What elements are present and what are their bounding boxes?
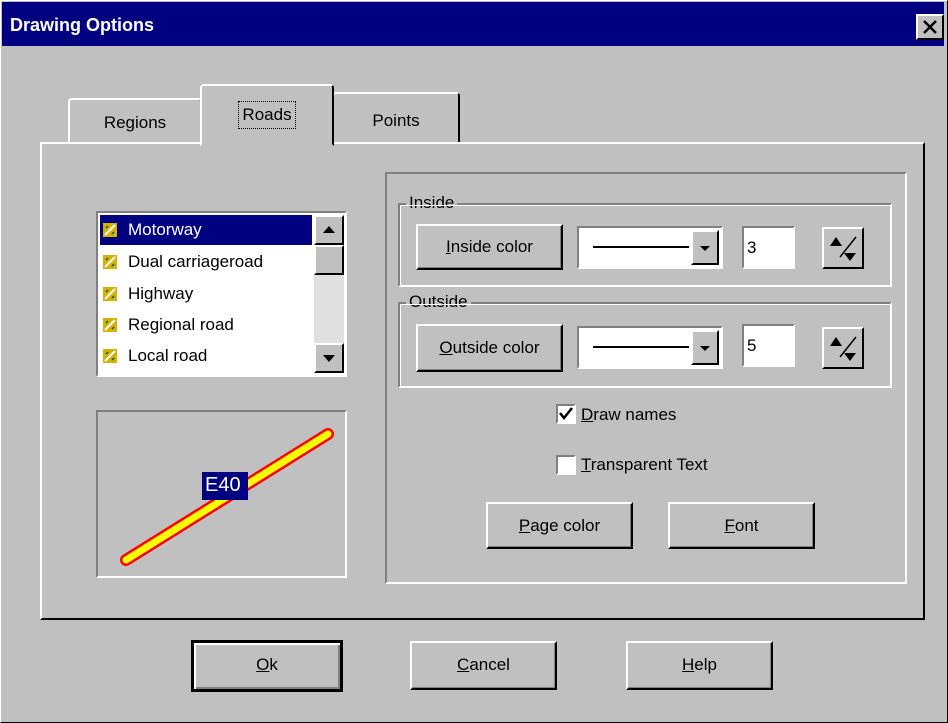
list-item[interactable]: Local road [100,341,312,371]
draw-names-checkbox[interactable] [556,404,576,424]
list-item[interactable]: Highway [100,279,312,309]
scroll-down-button[interactable] [314,343,344,373]
tab-regions[interactable]: Regions [68,98,202,144]
spinner-arrows-icon [830,336,857,361]
list-item[interactable]: Regional road [100,310,312,340]
road-icon [103,223,117,237]
transparent-text-checkbox[interactable] [556,455,576,475]
outside-color-mnemonic: O [439,338,453,357]
cancel-label: ancel [469,655,510,674]
title-bar: Drawing Options [2,2,944,46]
inside-color-button[interactable]: Inside color [416,224,563,270]
list-item-label: Dual carriageroad [128,252,264,271]
inside-dropdown-button[interactable] [691,230,719,265]
page-color-label: age color [530,516,601,535]
tab-regions-label: Regions [103,113,167,132]
ok-mnemonic: O [256,655,270,674]
inside-width-field[interactable]: 3 [742,226,795,269]
font-mnemonic: F [724,516,735,535]
page-color-button[interactable]: Page color [486,502,633,549]
page-color-mnemonic: P [518,516,531,535]
tab-roads[interactable]: Roads [200,84,334,146]
tab-roads-label: Roads [238,101,296,129]
outside-width-spinner[interactable] [822,327,864,369]
inside-color-label: nside color [450,237,533,256]
close-button[interactable] [916,14,944,40]
ok-label: k [269,655,278,674]
inside-width-spinner[interactable] [822,227,864,269]
outside-dropdown-button[interactable] [691,330,719,365]
list-item[interactable]: Motorway [100,215,312,245]
list-scrollbar[interactable] [314,215,344,373]
road-label: E40 [205,474,241,496]
outside-width-value: 5 [747,336,757,355]
outside-color-button[interactable]: Outside color [416,324,563,372]
window-title: Drawing Options [10,15,154,35]
scroll-thumb[interactable] [314,245,344,275]
outside-color-label: utside color [452,338,540,357]
tab-points-label: Points [372,111,420,130]
list-item-label: Motorway [128,220,202,239]
chevron-down-icon [700,346,710,351]
list-item-label: Highway [128,284,194,303]
list-item[interactable]: Dual carriageroad [100,247,312,277]
arrow-up-icon [323,226,335,233]
help-mnemonic: H [682,655,695,674]
cancel-mnemonic: C [457,655,470,674]
checkmark-icon [559,407,573,421]
ok-button[interactable]: Ok [191,640,343,692]
list-item-label: Regional road [128,315,234,334]
road-icon [103,349,117,363]
road-icon [103,318,117,332]
road-icon [103,255,117,269]
font-button[interactable]: Font [668,502,815,549]
tab-points[interactable]: Points [332,92,460,144]
transparent-text-label[interactable]: Transparent Text [581,455,708,475]
road-type-list[interactable]: Motorway Dual carriageroad Highway Regio… [96,211,347,377]
outside-width-field[interactable]: 5 [742,324,795,367]
list-item-label: Local road [128,346,208,365]
chevron-down-icon [700,246,710,251]
outside-line-style-select[interactable] [577,326,723,369]
help-button[interactable]: Help [626,641,773,690]
inside-width-value: 3 [747,238,757,257]
draw-names-label[interactable]: Draw names [581,405,676,425]
arrow-down-icon [323,355,335,362]
scroll-up-button[interactable] [314,215,344,245]
font-label: ont [734,516,759,535]
outside-group-label: Outside [406,292,471,312]
inside-line-style-select[interactable] [577,226,723,269]
spinner-arrows-icon [830,236,857,261]
help-label: elp [694,655,717,674]
road-icon [103,287,117,301]
close-icon [923,20,937,34]
cancel-button[interactable]: Cancel [410,641,557,690]
road-preview: E40 [96,410,347,578]
inside-group-label: Inside [406,193,458,213]
